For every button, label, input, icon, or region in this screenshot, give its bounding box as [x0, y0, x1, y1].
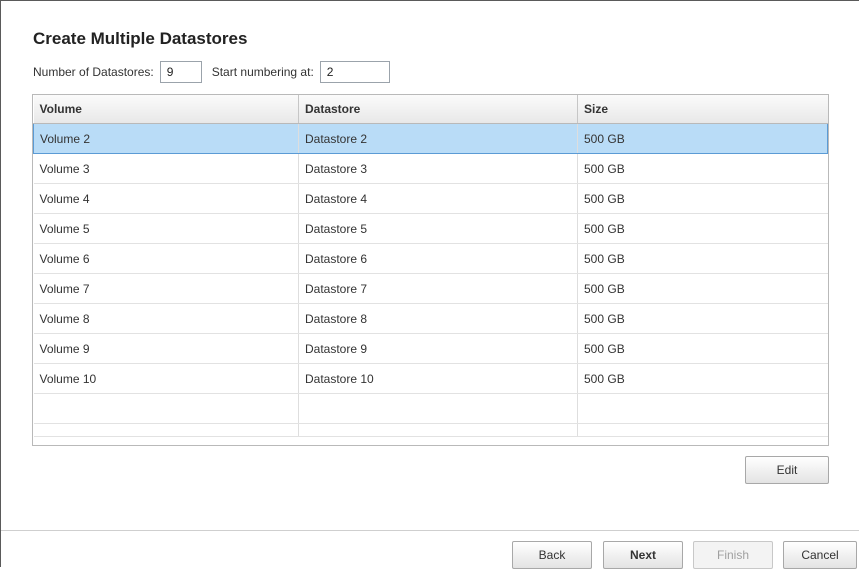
table-row[interactable]: Volume 4 Datastore 4 500 GB — [33, 183, 828, 214]
start-numbering-input[interactable] — [319, 61, 390, 83]
page-title: Create Multiple Datastores — [33, 29, 248, 48]
table-row[interactable]: Volume 5 Datastore 5 500 GB — [33, 213, 828, 244]
datastores-table: Volume Datastore Size Volume 2 Datastore… — [32, 94, 829, 446]
column-header-datastore[interactable]: Datastore — [298, 95, 578, 124]
edit-button[interactable]: Edit — [745, 456, 829, 484]
empty-row — [33, 423, 828, 437]
cell-datastore: Datastore 9 — [298, 333, 578, 364]
table-row[interactable]: Volume 10 Datastore 10 500 GB — [33, 363, 828, 394]
cell-volume: Volume 10 — [33, 363, 299, 394]
cell-datastore: Datastore 4 — [298, 183, 578, 214]
options-bar: Number of Datastores: Start numbering at… — [33, 60, 400, 84]
cell-datastore: Datastore 10 — [298, 363, 578, 394]
table-row[interactable]: Volume 7 Datastore 7 500 GB — [33, 273, 828, 304]
empty-row — [33, 393, 828, 424]
cell-size: 500 GB — [577, 213, 828, 244]
cell-size: 500 GB — [577, 303, 828, 334]
finish-button: Finish — [693, 541, 773, 569]
cell-size: 500 GB — [577, 273, 828, 304]
footer-divider — [1, 530, 859, 531]
cell-datastore: Datastore 7 — [298, 273, 578, 304]
cell-volume: Volume 4 — [33, 183, 299, 214]
start-numbering-label: Start numbering at: — [211, 65, 314, 79]
cell-volume: Volume 6 — [33, 243, 299, 274]
table-row[interactable]: Volume 6 Datastore 6 500 GB — [33, 243, 828, 274]
table-header: Volume Datastore Size — [33, 95, 828, 124]
cell-volume: Volume 7 — [33, 273, 299, 304]
table-row[interactable]: Volume 9 Datastore 9 500 GB — [33, 333, 828, 364]
cell-datastore: Datastore 2 — [298, 123, 578, 154]
cancel-button[interactable]: Cancel — [783, 541, 857, 569]
cell-size: 500 GB — [577, 363, 828, 394]
datastore-count-input[interactable] — [159, 61, 202, 83]
cell-size: 500 GB — [577, 153, 828, 184]
cell-volume: Volume 3 — [33, 153, 299, 184]
cell-datastore: Datastore 3 — [298, 153, 578, 184]
cell-size: 500 GB — [577, 333, 828, 364]
cell-volume: Volume 8 — [33, 303, 299, 334]
cell-datastore: Datastore 8 — [298, 303, 578, 334]
cell-volume: Volume 9 — [33, 333, 299, 364]
table-row[interactable]: Volume 3 Datastore 3 500 GB — [33, 153, 828, 184]
datastore-count-label: Number of Datastores: — [33, 65, 154, 79]
table-row[interactable]: Volume 2 Datastore 2 500 GB — [33, 123, 828, 154]
column-header-volume[interactable]: Volume — [33, 95, 299, 124]
cell-size: 500 GB — [577, 243, 828, 274]
cell-datastore: Datastore 6 — [298, 243, 578, 274]
table-row[interactable]: Volume 8 Datastore 8 500 GB — [33, 303, 828, 334]
column-header-size[interactable]: Size — [577, 95, 828, 124]
cell-volume: Volume 5 — [33, 213, 299, 244]
next-button[interactable]: Next — [603, 541, 683, 569]
cell-size: 500 GB — [577, 123, 828, 154]
back-button[interactable]: Back — [512, 541, 592, 569]
cell-size: 500 GB — [577, 183, 828, 214]
cell-datastore: Datastore 5 — [298, 213, 578, 244]
cell-volume: Volume 2 — [33, 123, 299, 154]
